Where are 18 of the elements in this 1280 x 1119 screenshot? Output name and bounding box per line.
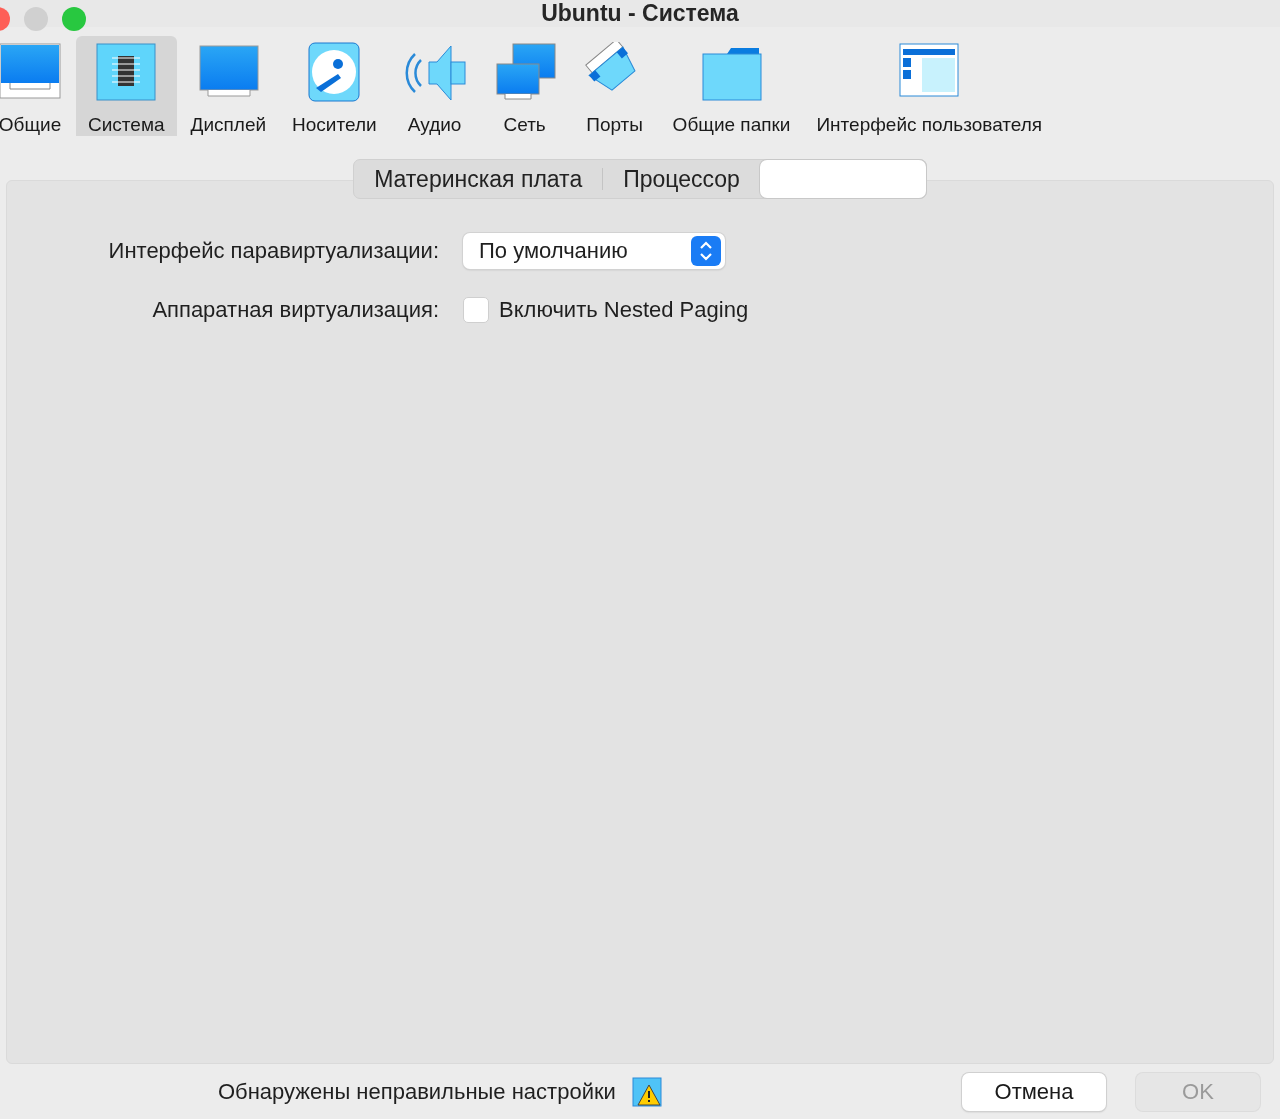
toolbar-item[interactable]: Аудио xyxy=(390,36,479,136)
checkbox-label: Включить Nested Paging xyxy=(499,297,749,323)
window-title: Ubuntu - Система xyxy=(541,0,739,27)
tab[interactable]: Процессор xyxy=(603,160,760,198)
field-label: Аппаратная виртуализация: xyxy=(152,297,439,323)
cancel-button[interactable]: Отмена xyxy=(962,1072,1106,1111)
toolbar-item[interactable]: Порты xyxy=(570,36,659,136)
toolbar-item[interactable]: Система xyxy=(76,36,177,136)
toolbar-item[interactable]: Интерфейс пользователя xyxy=(804,36,1055,136)
field-label: Интерфейс паравиртуализации: xyxy=(108,238,439,264)
toolbar-item[interactable]: Носители xyxy=(280,36,389,136)
toolbar-item[interactable]: Общие xyxy=(0,36,74,136)
toolbar-item[interactable]: Общие папки xyxy=(660,36,803,136)
tab[interactable]: Материнская плата xyxy=(354,160,603,198)
toolbar-item[interactable]: Дисплей xyxy=(178,36,279,136)
toolbar-item[interactable]: Сеть xyxy=(480,36,569,136)
dropdown[interactable]: По умолчанию xyxy=(463,233,725,269)
warning-message: Обнаружены неправильные настройки xyxy=(218,1078,616,1105)
